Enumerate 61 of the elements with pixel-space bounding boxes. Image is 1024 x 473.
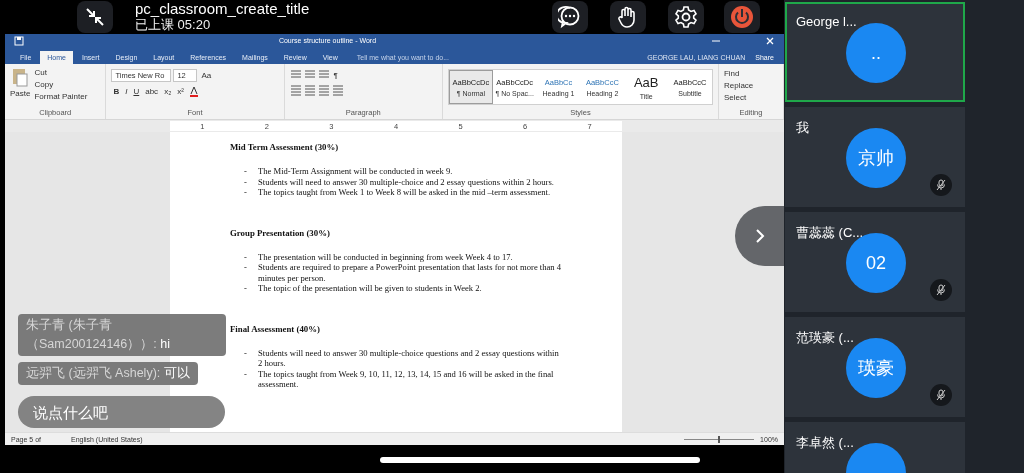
raise-hand-button[interactable]: [610, 1, 646, 33]
participant-tile[interactable]: 曹蕊蕊 (C... 02: [785, 212, 965, 312]
change-case-button[interactable]: Aa: [199, 71, 214, 80]
copy-button[interactable]: Copy: [34, 80, 88, 89]
chat-button[interactable]: [552, 1, 588, 33]
section-heading: Final Assessment (40%): [230, 323, 321, 334]
section-heading: Mid Term Assessment (30%): [230, 142, 340, 152]
participant-tile[interactable]: 范瑛豪 (... 瑛豪: [785, 317, 965, 417]
power-icon: [730, 5, 754, 29]
list-dash: -: [243, 176, 248, 187]
class-title: pc_classroom_create_title: [135, 0, 310, 17]
format-button[interactable]: x²: [175, 86, 186, 96]
exit-fullscreen-button[interactable]: [77, 1, 113, 33]
editing-button[interactable]: Replace: [723, 81, 778, 90]
settings-icon: [674, 5, 698, 29]
list-dash: -: [243, 368, 248, 381]
class-timer: 已上课 05:20: [135, 17, 211, 33]
list-item-text: The topic of the presentation will be given to students in Week 2.: [258, 283, 483, 294]
zoom-thumb[interactable]: [718, 435, 721, 443]
format-button[interactable]: abc: [143, 86, 161, 96]
chat-message: 远羿飞 (远羿飞 Ashely): 可以: [18, 362, 198, 385]
list-item-text: The Mid-Term Assignment will be conducted in week 9.: [258, 166, 454, 177]
list-dash: -: [243, 262, 248, 274]
leave-button[interactable]: [724, 1, 760, 33]
chat-bubble-icon: [558, 5, 582, 29]
participant-name: 我: [796, 119, 809, 137]
collapse-icon: [84, 6, 106, 28]
cut-button[interactable]: Cut: [34, 68, 88, 77]
editing-button[interactable]: Find: [723, 69, 778, 78]
list-item-text: Students are required to prepare a PowerPoint presentation that lasts for not more than 4 minutes per person.: [258, 262, 563, 283]
participant-tile[interactable]: 李卓然 (...: [785, 422, 965, 473]
font-color-icon: [187, 85, 200, 97]
format-button[interactable]: U: [131, 86, 142, 96]
list-item-text: Students will need to answer 30 multiple-choice questions and 2 essay questions within 2 hours.: [258, 347, 560, 369]
show-formatting-button[interactable]: ¶: [331, 70, 340, 80]
paste-button[interactable]: Paste: [10, 89, 31, 98]
list-dash: -: [243, 251, 248, 262]
chat-message: 朱子青 (朱子青（Sam200124146））: hi: [18, 314, 226, 356]
list-dash: -: [243, 283, 248, 294]
list-item-text: Students will need to answer 30 multiple-choice and 2 essay questions within 2 hours.: [258, 176, 555, 187]
list-dash: -: [243, 187, 248, 198]
format-button[interactable]: I: [123, 86, 130, 96]
settings-button[interactable]: [668, 1, 704, 33]
format-button[interactable]: B: [111, 86, 122, 96]
editing-button[interactable]: Select: [723, 93, 778, 102]
save-icon: [13, 34, 25, 47]
list-item-text: The presentation will be conducted in beginning from week Week 4 to 17.: [258, 251, 514, 262]
format-button[interactable]: x₂: [162, 86, 174, 96]
avatar: 京帅: [846, 128, 906, 188]
participant-name: 曹蕊蕊 (C...: [796, 224, 864, 242]
section-heading: Group Presentation (30%): [230, 227, 331, 238]
chat-input[interactable]: 说点什么吧: [18, 396, 225, 428]
participant-tile[interactable]: 我 京帅: [785, 107, 965, 207]
list-dash: -: [243, 166, 248, 177]
list-dash: -: [243, 347, 248, 360]
list-item-text: The topics taught from Week 1 to Week 8 will be asked in the mid –term assessment.: [258, 187, 552, 198]
participant-tile[interactable]: George l... ..: [785, 2, 965, 102]
justify-icon: [331, 84, 344, 96]
participant-name: 李卓然 (...: [796, 434, 854, 452]
list-item-text: The topics taught from Week 9, 10, 11, 12, 13, 14, 15 and 16 will be asked in the final assessment.: [258, 368, 555, 390]
format-painter-button[interactable]: Format Painter: [34, 92, 88, 101]
